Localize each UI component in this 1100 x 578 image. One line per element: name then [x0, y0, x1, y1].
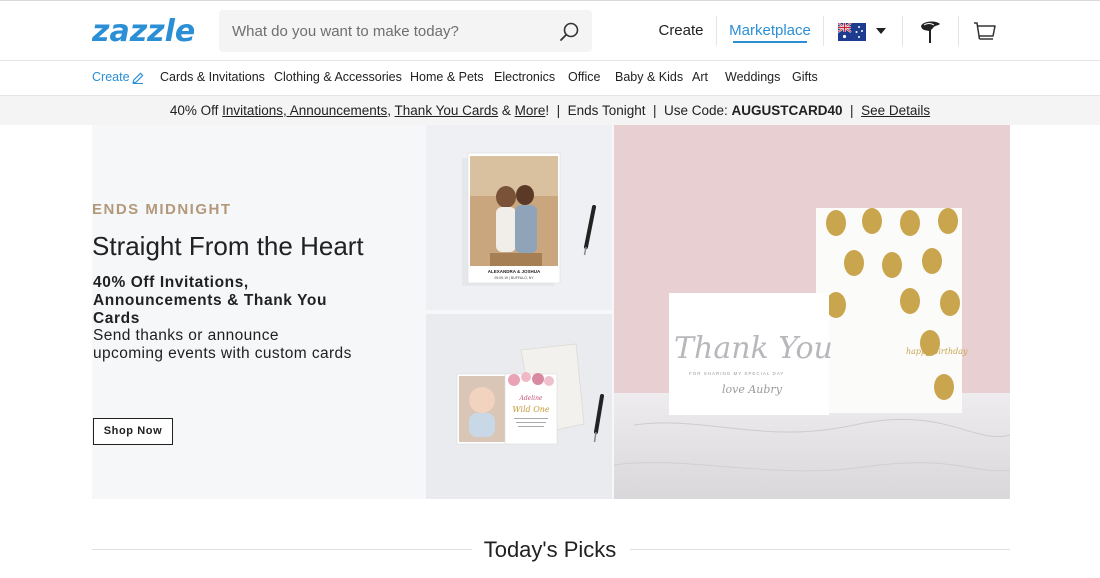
thank-you-card-signature: love Aubry: [722, 383, 783, 396]
see-details-link[interactable]: See Details: [861, 103, 930, 118]
hero-image-wedding-card[interactable]: ALEXANDRA & JOSHUA 09.09.19 | BUFFALO, N…: [426, 125, 612, 310]
create-link[interactable]: Create: [648, 11, 714, 51]
promo-link-more[interactable]: More: [515, 103, 546, 118]
cart-icon[interactable]: [973, 21, 997, 43]
caret-down-icon[interactable]: [876, 28, 886, 34]
hero-image-thank-you-cards[interactable]: happy birthday Thank You FOR SHARING MY …: [614, 125, 1010, 499]
promo-amp: &: [498, 103, 515, 118]
baby-card-headline: Wild One: [512, 405, 550, 414]
zazzle-logo[interactable]: zazzle: [92, 15, 208, 47]
promo-link-invitations[interactable]: Invitations, Announcements: [222, 103, 387, 118]
nav-item-office[interactable]: Office: [568, 70, 600, 84]
promo-sep: |: [842, 103, 862, 118]
thank-you-cards-illustration: happy birthday Thank You FOR SHARING MY …: [614, 125, 1010, 499]
promo-rest: ! | Ends Tonight | Use Code:: [545, 103, 732, 118]
divider: [823, 16, 824, 46]
wedding-card-date: 09.09.19 | BUFFALO, NY: [494, 276, 534, 280]
nav-item-gifts[interactable]: Gifts: [792, 70, 818, 84]
promo-text: 40% Off Invitations, Announcements, Than…: [0, 103, 1100, 118]
nav-item-art[interactable]: Art: [692, 70, 708, 84]
marketplace-underline: [733, 41, 807, 43]
promo-lead: 40% Off: [169, 103, 223, 118]
promo-comma: ,: [387, 103, 395, 118]
promo-code: AUGUSTCARD40: [731, 103, 843, 118]
thank-you-card-text: Thank You: [674, 331, 833, 366]
baby-card-name: Adeline: [519, 395, 543, 402]
search-input[interactable]: [219, 10, 549, 52]
wedding-card-illustration: ALEXANDRA & JOSHUA 09.09.19 | BUFFALO, N…: [462, 152, 596, 286]
svg-text:zazzle: zazzle: [92, 15, 195, 47]
australia-flag-icon[interactable]: [838, 23, 866, 41]
nav-item-weddings[interactable]: Weddings: [725, 70, 780, 84]
hero-subtitle: 40% Off Invitations, Announcements & Tha…: [93, 274, 328, 327]
baby-card-illustration: Adeline Wild One: [456, 343, 604, 445]
category-nav: Create Cards & Invitations Clothing & Ac…: [0, 62, 1100, 96]
hero-description: Send thanks or announce upcoming events …: [93, 327, 352, 362]
divider: [716, 16, 717, 46]
nav-item-clothing-accessories[interactable]: Clothing & Accessories: [274, 70, 402, 84]
section-title-todays-picks: Today's Picks: [483, 537, 617, 562]
site-header: zazzle Create Marketplace: [0, 1, 1100, 61]
promo-link-thank-you[interactable]: Thank You Cards: [395, 103, 499, 118]
hero-eyebrow: ENDS MIDNIGHT: [92, 201, 232, 218]
search-bar: [219, 10, 592, 52]
promo-banner: 40% Off Invitations, Announcements, Than…: [0, 96, 1100, 125]
hero-banner: ENDS MIDNIGHT Straight From the Heart 40…: [92, 125, 1010, 499]
shop-now-button[interactable]: Shop Now: [93, 418, 173, 445]
nav-create-link[interactable]: Create: [92, 70, 130, 84]
divider: [958, 16, 959, 46]
hero-title: Straight From the Heart: [92, 231, 364, 261]
birthday-card-text: happy birthday: [906, 347, 968, 356]
thank-you-card-subtext: FOR SHARING MY SPECIAL DAY: [689, 371, 784, 376]
nav-item-electronics[interactable]: Electronics: [494, 70, 555, 84]
nav-item-cards-invitations[interactable]: Cards & Invitations: [160, 70, 265, 84]
hero-image-baby-card[interactable]: Adeline Wild One: [426, 314, 612, 499]
marketplace-link[interactable]: Marketplace: [726, 11, 814, 51]
ideas-icon[interactable]: [918, 19, 942, 45]
nav-item-home-pets[interactable]: Home & Pets: [410, 70, 484, 84]
wedding-card-names: ALEXANDRA & JOSHUA: [488, 269, 541, 274]
nav-item-baby-kids[interactable]: Baby & Kids: [615, 70, 683, 84]
search-icon[interactable]: [559, 21, 581, 43]
divider: [902, 16, 903, 46]
pencil-icon[interactable]: [132, 72, 144, 84]
